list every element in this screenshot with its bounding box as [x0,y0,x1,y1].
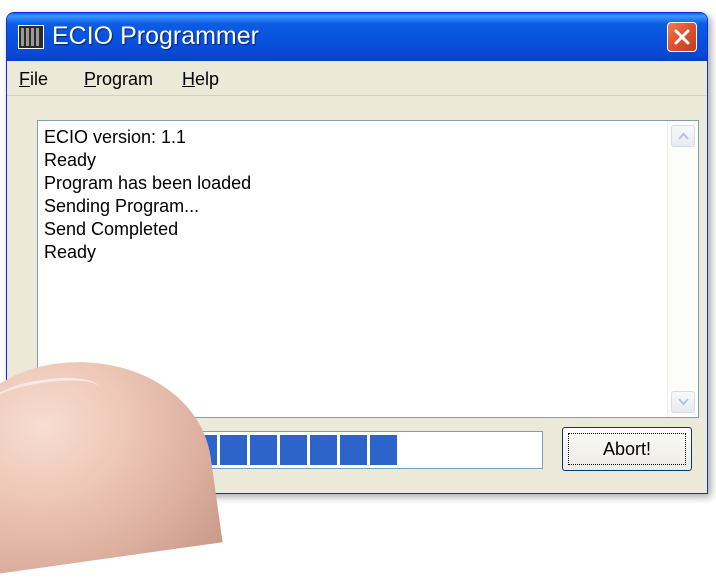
log-line: Sending Program... [44,196,200,216]
log-line: Ready [44,242,97,262]
log-line: Send Completed [44,219,179,239]
log-line: ECIO version: 1.1 [44,127,187,147]
progress-segment [340,435,367,465]
menu-program-label: rogram [96,69,154,89]
log-line: Ready [44,150,97,170]
log-line: Program has been loaded [44,173,252,193]
close-button[interactable] [667,22,697,52]
scroll-down-button[interactable] [671,391,695,413]
progress-segment [370,435,397,465]
chevron-down-icon [678,398,689,406]
menu-program-mnemonic: P [84,69,97,89]
chevron-up-icon [678,132,689,140]
vertical-scrollbar[interactable] [667,121,698,417]
progress-segment [280,435,307,465]
ecio-app-icon[interactable] [18,25,44,49]
log-lines: ECIO version: 1.1 Ready Program has been… [44,126,251,264]
title-bar[interactable]: ECIO Programmer [7,13,707,61]
menu-help-mnemonic: H [182,69,195,89]
menu-help-label: elp [195,69,220,89]
abort-button[interactable]: Abort! [562,427,692,471]
menu-file-mnemonic: F [19,69,30,89]
menu-help[interactable]: Help [182,69,219,90]
abort-button-focus: Abort! [568,433,686,465]
close-icon [674,29,690,45]
menu-program[interactable]: Program [84,69,153,90]
menu-file[interactable]: File [19,69,48,90]
menu-file-label: ile [30,69,49,89]
progress-segment [220,435,247,465]
menu-bar: File Program Help [7,61,707,96]
window-title: ECIO Programmer [52,22,259,50]
scroll-up-button[interactable] [671,125,695,147]
abort-button-label: Abort! [602,438,652,459]
progress-segment [250,435,277,465]
progress-segment [310,435,337,465]
